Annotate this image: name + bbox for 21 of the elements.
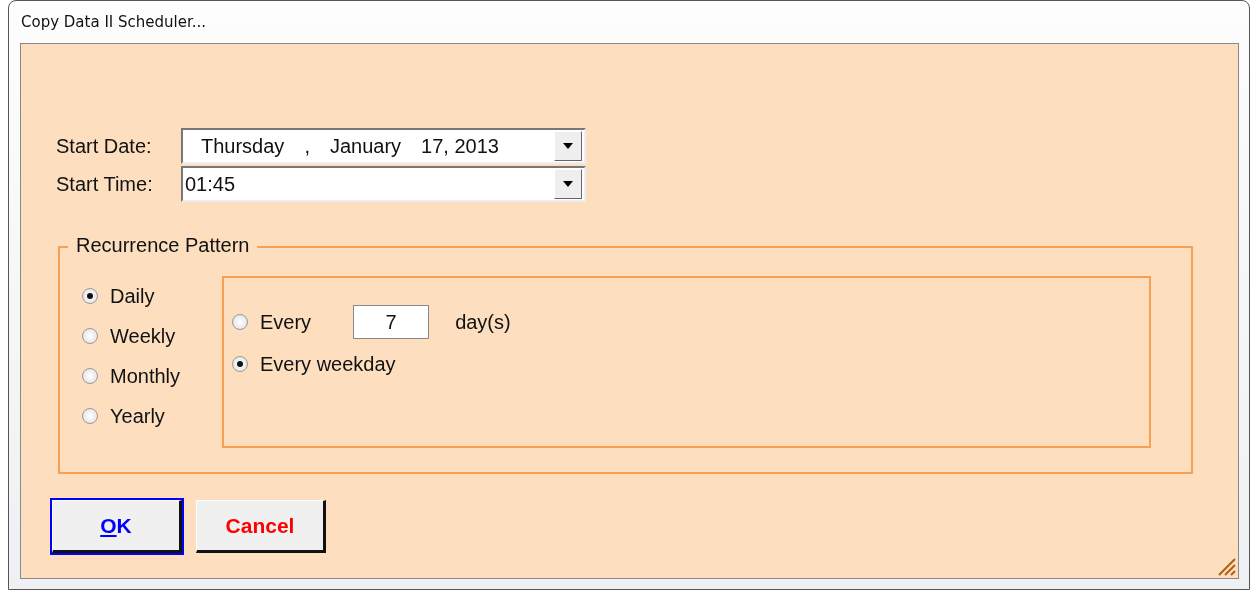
radio-label[interactable]: Every weekday [260,352,396,376]
radio-button[interactable] [82,368,98,384]
radio-button[interactable] [232,314,248,330]
field-label: Start Time: [56,172,154,196]
dialog-button[interactable]: OK [52,500,182,553]
radio-button[interactable] [232,356,248,372]
radio-label[interactable]: Yearly [110,404,165,428]
radio-label[interactable]: Every [260,310,312,334]
date-picker[interactable]: Thursday , January 17, 2013 [181,128,586,164]
dialog-button[interactable]: Cancel [196,500,326,553]
window-title: Copy Data II Scheduler... [20,13,207,31]
radio-button[interactable] [82,288,98,304]
time-combo-box[interactable]: 01:45 [181,166,586,202]
radio-button[interactable] [82,408,98,424]
radio-label[interactable]: Weekly [110,324,176,348]
radio-label[interactable]: Monthly [110,364,181,388]
field-label: Start Date: [56,134,153,158]
days-input-field[interactable]: 7 [353,305,430,339]
radio-label[interactable]: Daily [110,284,155,308]
radio-button[interactable] [82,328,98,344]
unit-label: day(s) [455,310,511,334]
